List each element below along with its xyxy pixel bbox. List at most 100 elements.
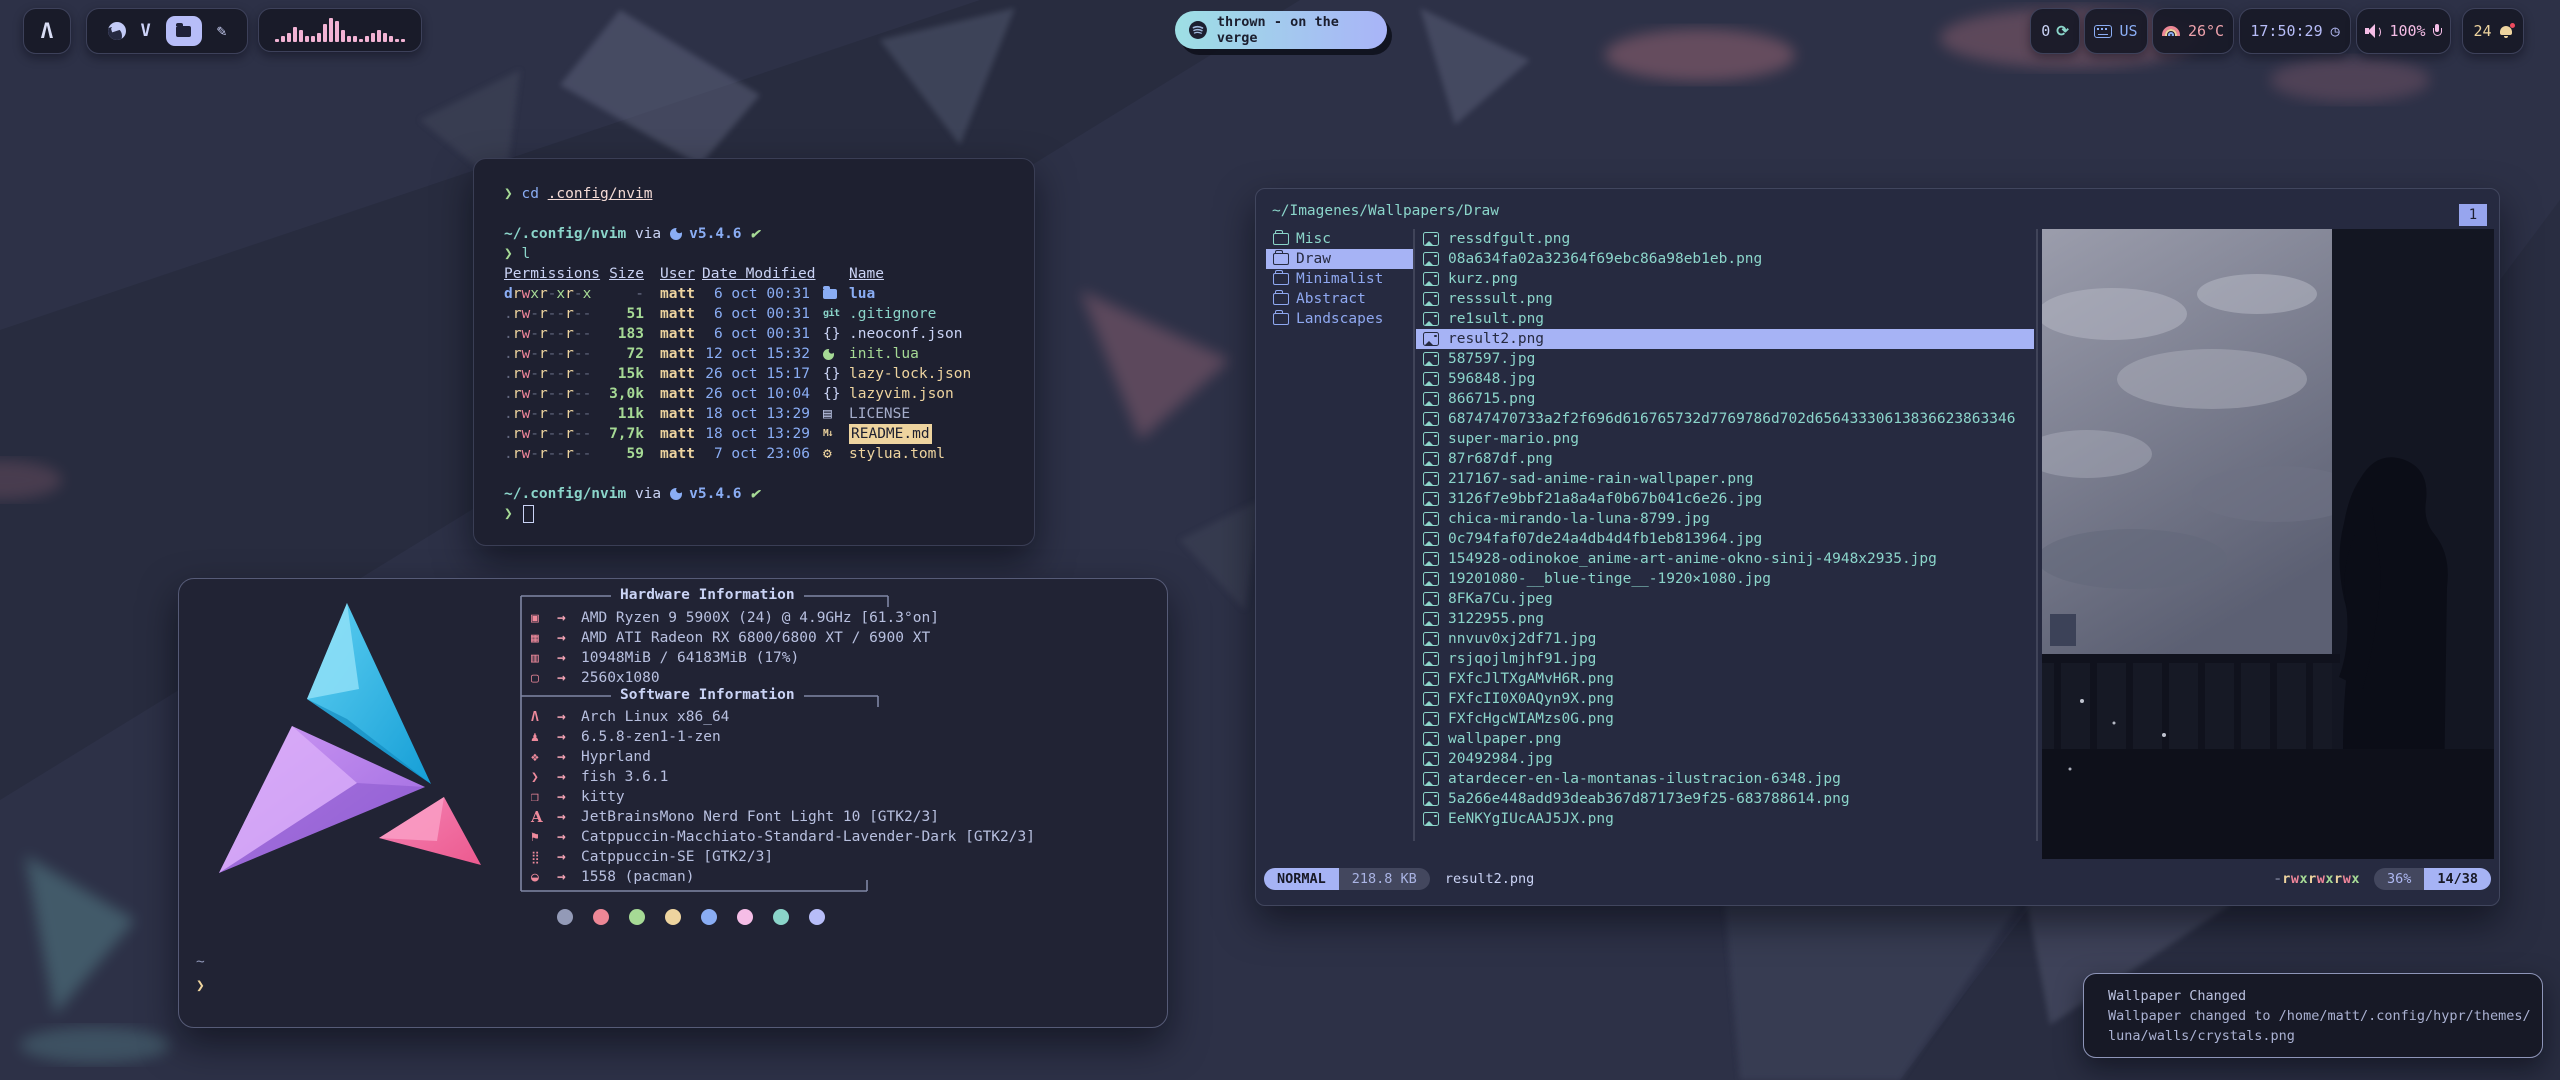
updates-module[interactable]: 0 ⟳ (2030, 8, 2080, 54)
tab-badge[interactable]: 1 (2459, 204, 2487, 226)
file-entry[interactable]: rsjqojlmjhf91.jpg (1416, 649, 2034, 669)
file-entry-name: atardecer-en-la-montanas-ilustracion-634… (1448, 771, 1841, 787)
file-entry[interactable]: 0c794faf07de24a4db4d4fb1eb813964.jpg (1416, 529, 2034, 549)
file-entry[interactable]: 596848.jpg (1416, 369, 2034, 389)
keyboard-layout: US (2119, 22, 2137, 40)
file-entry[interactable]: result2.png (1416, 329, 2034, 349)
workspace-browser[interactable] (108, 22, 126, 40)
spotify-icon (1188, 20, 1208, 40)
file-entry-name: super-mario.png (1448, 431, 1579, 447)
file-entry[interactable]: 587597.jpg (1416, 349, 2034, 369)
image-file-icon (1423, 392, 1439, 406)
workspace-design[interactable]: ✎ (217, 23, 227, 39)
file-entry[interactable]: FXfcJlTXgAMvH6R.png (1416, 669, 2034, 689)
file-entry[interactable]: wallpaper.png (1416, 729, 2034, 749)
file-entry-name: 3126f7e9bbf21a8a4af0b67b041c6e26.jpg (1448, 491, 1762, 507)
listing-row: .rw-r--r-- 51 matt 6 oct 00:31 .gitignor… (504, 304, 1014, 324)
command-line-2: ❯ l (504, 244, 1014, 264)
input-line[interactable]: ❯ (504, 504, 1014, 524)
file-date: 6 oct 00:31 (702, 304, 810, 324)
file-entry[interactable]: EeNKYgIUcAAJ5JX.png (1416, 809, 2034, 829)
file-entry[interactable]: chica-mirando-la-luna-8799.jpg (1416, 509, 2034, 529)
file-permissions: .rw-r--r-- (504, 324, 598, 344)
arrow-icon (557, 650, 581, 666)
file-entry[interactable]: FXfcII0X0AQyn9X.png (1416, 689, 2034, 709)
sidebar: Misc Draw Minimalist Abstract Landscapes (1266, 229, 1413, 329)
file-entry[interactable]: 5a266e448add93deab367d87173e9f25-6837886… (1416, 789, 2034, 809)
info-text: JetBrainsMono Nerd Font Light 10 [GTK2/3… (581, 809, 939, 825)
workspace-editor[interactable]: V (141, 23, 151, 40)
sidebar-folder-name: Draw (1296, 251, 1331, 267)
cava-bar (401, 39, 405, 42)
sidebar-folder[interactable]: Landscapes (1266, 309, 1413, 329)
file-entry[interactable]: nnvuv0xj2df71.jpg (1416, 629, 2034, 649)
file-entry[interactable]: 68747470733a2f2f696d616765732d7769786d70… (1416, 409, 2034, 429)
file-entry[interactable]: 217167-sad-anime-rain-wallpaper.png (1416, 469, 2034, 489)
notification-toast[interactable]: Wallpaper Changed Wallpaper changed to /… (2083, 973, 2543, 1058)
image-file-icon (1423, 572, 1439, 586)
file-name: LICENSE (849, 404, 910, 424)
file-entry-name: 866715.png (1448, 391, 1535, 407)
file-entry[interactable]: FXfcHgcWIAMzs0G.png (1416, 709, 2034, 729)
info-row: kitty (531, 787, 1035, 807)
file-entry[interactable]: resssult.png (1416, 289, 2034, 309)
workspace-files-active[interactable] (166, 16, 202, 46)
listing-row: .rw-r--r-- 72 matt 12 oct 15:32 init.lua (504, 344, 1014, 364)
info-row: 2560x1080 (531, 668, 939, 688)
file-entry[interactable]: super-mario.png (1416, 429, 2034, 449)
file-entry[interactable]: 3126f7e9bbf21a8a4af0b67b041c6e26.jpg (1416, 489, 2034, 509)
keyboard-layout-module[interactable]: US (2084, 8, 2148, 54)
sidebar-folder[interactable]: Minimalist (1266, 269, 1413, 289)
file-entry-name: 596848.jpg (1448, 371, 1535, 387)
microphone-icon (2433, 24, 2442, 38)
weather-module[interactable]: 26°C (2152, 8, 2234, 54)
file-entry[interactable]: 3122955.png (1416, 609, 2034, 629)
file-owner: matt (660, 424, 702, 444)
arrow-icon (557, 789, 581, 805)
image-file-icon (1423, 252, 1439, 266)
arrow-icon (557, 809, 581, 825)
file-entry[interactable]: re1sult.png (1416, 309, 2034, 329)
file-entry[interactable]: 08a634fa02a32364f69ebc86a98eb1eb.png (1416, 249, 2034, 269)
keyboard-icon (2094, 25, 2112, 38)
paintbrush-icon: ✎ (217, 23, 227, 39)
pane-divider (2036, 229, 2038, 841)
file-size: 72 (598, 344, 644, 364)
launcher-button[interactable]: Λ (23, 8, 71, 54)
file-entry[interactable]: 87r687df.png (1416, 449, 2034, 469)
media-widget[interactable]: thrown - on the verge (1175, 11, 1387, 49)
terminal-palette (557, 909, 825, 925)
file-entry[interactable]: 154928-odinokoe_anime-art-anime-okno-sin… (1416, 549, 2034, 569)
cava-bar (335, 21, 339, 42)
notifications-module[interactable]: 24 (2462, 8, 2524, 54)
image-file-icon (1423, 612, 1439, 626)
palette-dot (557, 909, 573, 925)
volume-module[interactable]: 100% (2356, 8, 2451, 54)
sidebar-folder[interactable]: Abstract (1266, 289, 1413, 309)
file-date: 6 oct 00:31 (702, 284, 810, 304)
file-date: 26 oct 10:04 (702, 384, 810, 404)
clock-module[interactable]: 17:50:29 ◷ (2239, 8, 2351, 54)
file-type-icon (823, 366, 849, 382)
file-entry[interactable]: 20492984.jpg (1416, 749, 2034, 769)
image-file-icon (1423, 752, 1439, 766)
file-entry-name: 08a634fa02a32364f69ebc86a98eb1eb.png (1448, 251, 1762, 267)
file-entry[interactable]: 866715.png (1416, 389, 2034, 409)
arrow-icon (557, 709, 581, 725)
file-date: 6 oct 00:31 (702, 324, 810, 344)
file-entry[interactable]: atardecer-en-la-montanas-ilustracion-634… (1416, 769, 2034, 789)
cava-bar (317, 33, 321, 42)
notification-count: 24 (2473, 22, 2491, 40)
file-entry[interactable]: ressdfgult.png (1416, 229, 2034, 249)
file-entry[interactable]: 19201080-__blue-tinge__-1920×1080.jpg (1416, 569, 2034, 589)
listing-row: .rw-r--r-- 59 matt 7 oct 23:06 stylua.to… (504, 444, 1014, 464)
file-entry[interactable]: 8FKa7Cu.jpeg (1416, 589, 2034, 609)
prompt-icon: ❯ (196, 978, 205, 994)
clock-icon: ◷ (2331, 22, 2340, 40)
via-label: via (635, 224, 661, 244)
arch-logo-icon: Λ (41, 21, 54, 42)
file-entry[interactable]: kurz.png (1416, 269, 2034, 289)
sidebar-folder[interactable]: Draw (1266, 249, 1413, 269)
sidebar-folder[interactable]: Misc (1266, 229, 1413, 249)
volume-level: 100% (2389, 22, 2425, 40)
